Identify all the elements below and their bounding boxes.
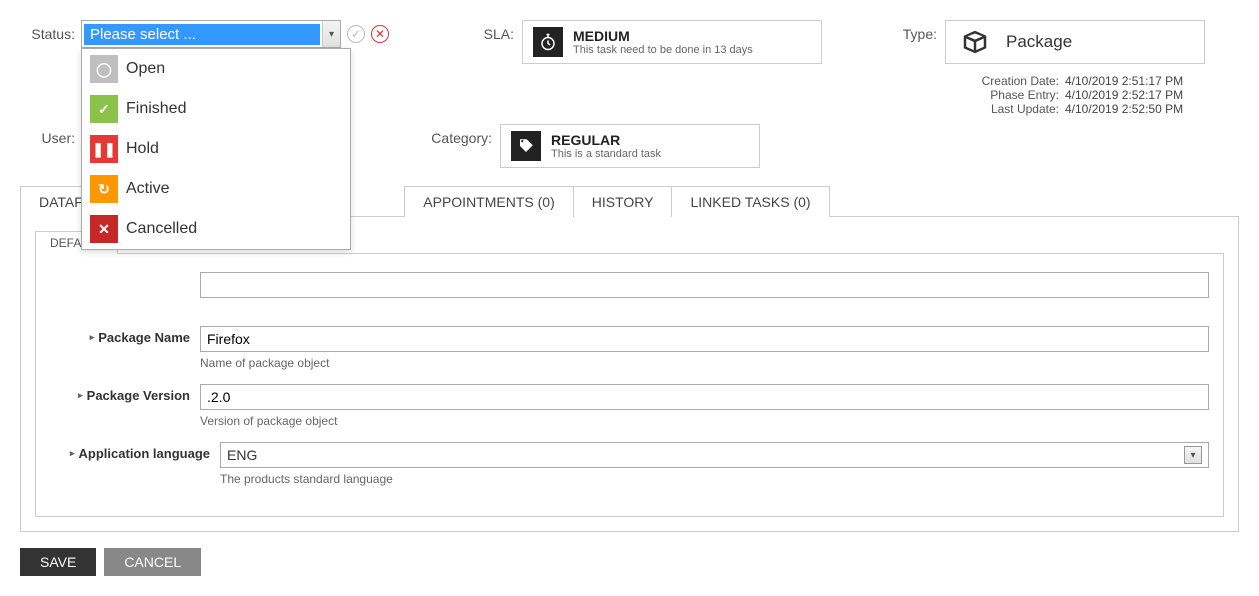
package-icon (958, 27, 992, 57)
status-dropdown[interactable]: ◯ Open ✓ Finished ❚❚ Hold ↻ Active ✕ C (81, 48, 351, 250)
check-icon: ✓ (90, 95, 118, 123)
status-option-hold[interactable]: ❚❚ Hold (82, 129, 350, 169)
datafields-panel: DEFAULT ▸ Package Name Name of package o… (20, 216, 1239, 532)
caret-icon: ▸ (78, 390, 83, 401)
cancel-icon[interactable]: ✕ (371, 25, 389, 43)
chevron-down-icon[interactable]: ▾ (1184, 446, 1202, 464)
type-label: Type: (882, 20, 937, 116)
status-option-cancelled[interactable]: ✕ Cancelled (82, 209, 350, 249)
meta-update-val: 4/10/2019 2:52:50 PM (1065, 102, 1205, 116)
app-language-help: The products standard language (220, 472, 1209, 486)
status-option-open[interactable]: ◯ Open (82, 49, 350, 89)
meta-block: Creation Date: 4/10/2019 2:51:17 PM Phase… (945, 74, 1205, 116)
status-select[interactable]: Please select ... ▾ (81, 20, 341, 48)
category-title: REGULAR (551, 132, 661, 148)
category-card: REGULAR This is a standard task (500, 124, 760, 168)
tab-appointments[interactable]: APPOINTMENTS (0) (404, 186, 573, 217)
circle-icon: ◯ (90, 55, 118, 83)
meta-phase-key: Phase Entry: (964, 88, 1059, 102)
sla-label: SLA: (459, 20, 514, 64)
status-label: Status: (20, 20, 75, 42)
close-icon: ✕ (90, 215, 118, 243)
meta-update-key: Last Update: (964, 102, 1059, 116)
save-button[interactable]: SAVE (20, 548, 96, 576)
confirm-icon[interactable]: ✓ (347, 25, 365, 43)
status-option-active[interactable]: ↻ Active (82, 169, 350, 209)
meta-creation-key: Creation Date: (964, 74, 1059, 88)
app-language-select[interactable]: ENG ▾ (220, 442, 1209, 468)
status-option-label: Hold (126, 140, 159, 158)
obscured-input[interactable] (200, 272, 1209, 298)
tab-history[interactable]: HISTORY (573, 186, 673, 217)
user-label: User: (20, 124, 75, 168)
pause-icon: ❚❚ (90, 135, 118, 163)
package-version-label: ▸ Package Version (50, 384, 190, 403)
app-language-label: ▸ Application language (50, 442, 210, 461)
status-option-label: Finished (126, 100, 186, 118)
app-language-value: ENG (227, 447, 257, 463)
type-title: Package (1006, 32, 1072, 52)
status-option-label: Cancelled (126, 220, 197, 238)
package-name-help: Name of package object (200, 356, 1209, 370)
cancel-button[interactable]: CANCEL (104, 548, 201, 576)
status-option-label: Open (126, 60, 165, 78)
package-version-input[interactable] (200, 384, 1209, 410)
caret-icon: ▸ (70, 448, 75, 459)
package-name-input[interactable] (200, 326, 1209, 352)
meta-creation-val: 4/10/2019 2:51:17 PM (1065, 74, 1205, 88)
status-option-label: Active (126, 180, 170, 198)
caret-icon: ▸ (90, 332, 95, 343)
status-option-finished[interactable]: ✓ Finished (82, 89, 350, 129)
stopwatch-icon (533, 27, 563, 57)
package-version-help: Version of package object (200, 414, 1209, 428)
type-card: Package (945, 20, 1205, 64)
tab-linked-tasks[interactable]: LINKED TASKS (0) (671, 186, 829, 217)
sla-title: MEDIUM (573, 28, 753, 44)
status-select-text: Please select ... (84, 24, 320, 45)
refresh-icon: ↻ (90, 175, 118, 203)
tag-icon (511, 131, 541, 161)
sla-subtitle: This task need to be done in 13 days (573, 44, 753, 56)
package-name-label: ▸ Package Name (50, 326, 190, 345)
meta-phase-val: 4/10/2019 2:52:17 PM (1065, 88, 1205, 102)
category-label: Category: (422, 124, 492, 168)
chevron-down-icon[interactable]: ▾ (322, 21, 340, 47)
category-subtitle: This is a standard task (551, 148, 661, 160)
default-subpanel: ▸ Package Name Name of package object ▸ … (35, 253, 1224, 517)
sla-card: MEDIUM This task need to be done in 13 d… (522, 20, 822, 64)
